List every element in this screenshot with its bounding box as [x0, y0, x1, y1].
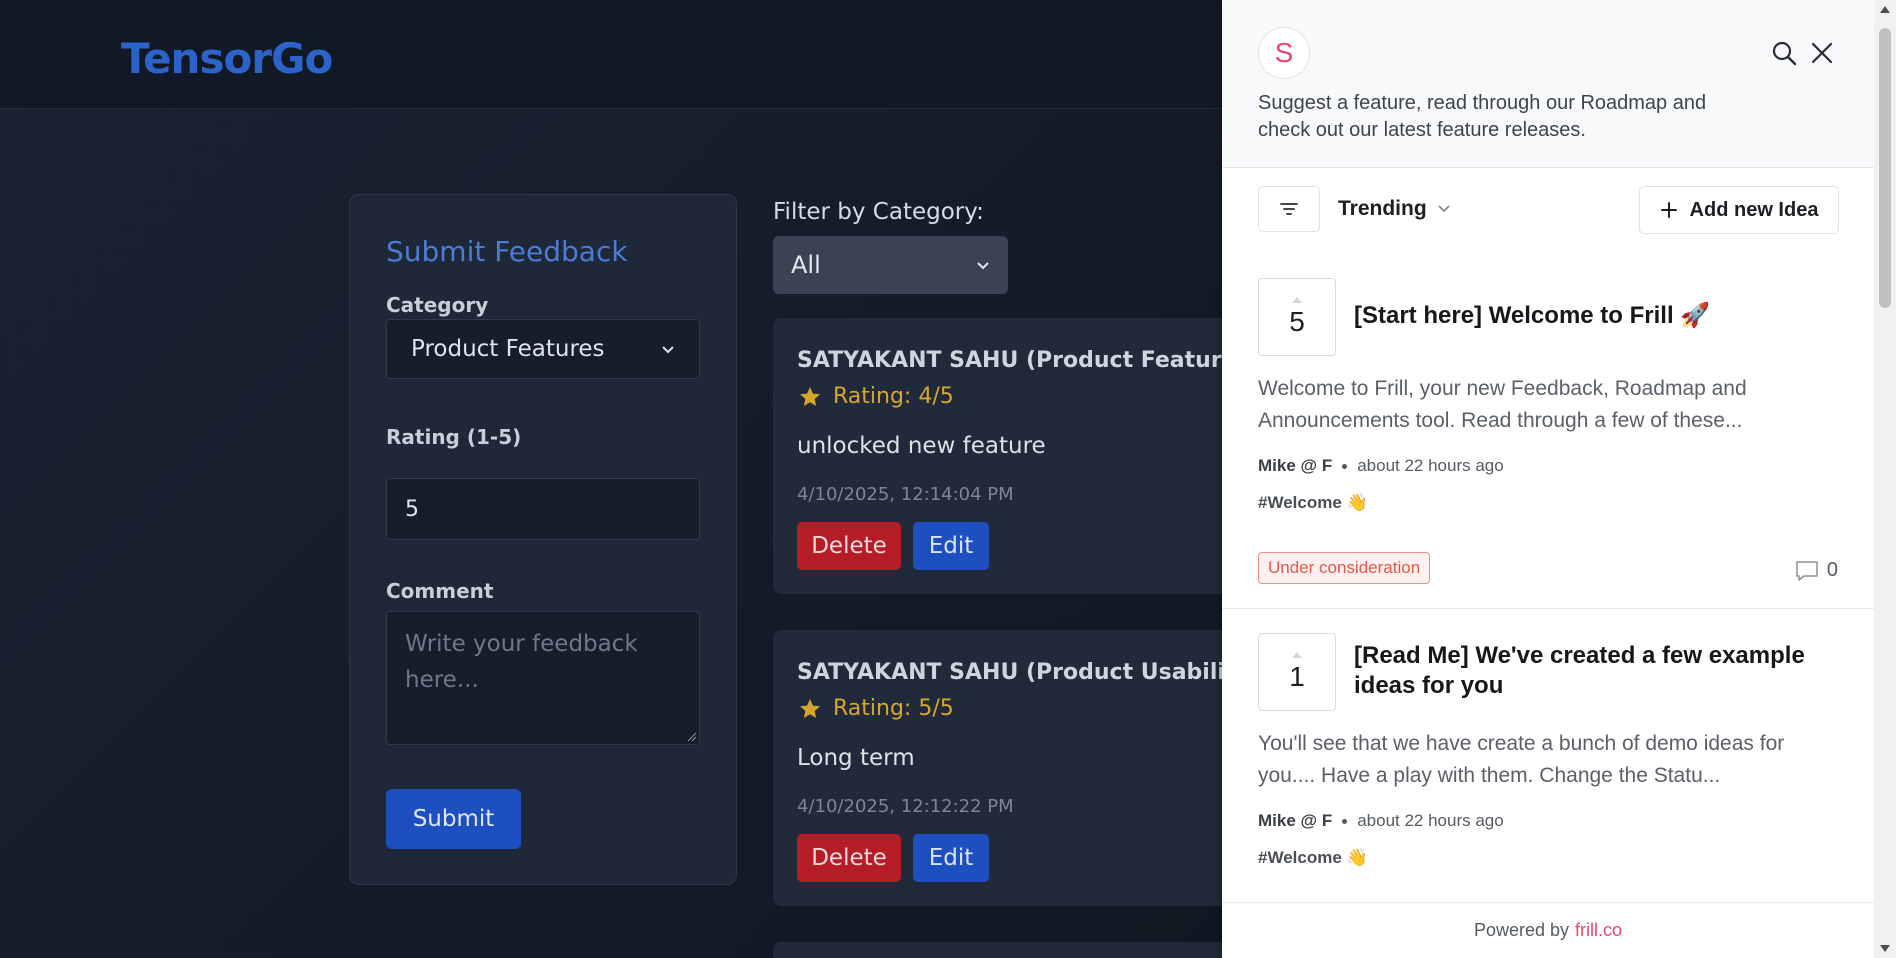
feedback-card-partial [773, 942, 1233, 958]
feedback-rating-text: Rating: 5/5 [833, 696, 954, 721]
feedback-author: SATYAKANT SAHU (Product Usability) [797, 660, 1260, 685]
meta-separator [1342, 818, 1348, 824]
add-new-idea-button[interactable]: Add new Idea [1639, 186, 1839, 234]
feedback-rating: Rating: 5/5 [797, 696, 954, 721]
idea-time: about 22 hours ago [1357, 456, 1504, 475]
delete-button[interactable]: Delete [797, 834, 901, 882]
idea-author: Mike @ F [1258, 456, 1333, 475]
comment-count-value: 0 [1826, 559, 1838, 581]
star-icon [800, 386, 820, 406]
edit-button[interactable]: Edit [913, 522, 989, 570]
rating-input-value: 5 [405, 496, 419, 522]
category-select-value: Product Features [411, 336, 605, 362]
frill-footer: Powered by frill.co [1222, 902, 1874, 958]
delete-button[interactable]: Delete [797, 522, 901, 570]
comment-label: Comment [386, 579, 494, 603]
comment-placeholder: Write your feedback here... [405, 631, 638, 693]
frill-widget-panel: S Suggest a feature, read through our Ro… [1222, 0, 1896, 958]
feedback-rating-text: Rating: 4/5 [833, 384, 954, 409]
scroll-up-arrow-icon[interactable] [1879, 4, 1891, 14]
feedback-card: SATYAKANT SAHU (Product Features) Rating… [773, 318, 1260, 594]
submit-feedback-form: Submit Feedback Category Product Feature… [349, 194, 737, 885]
rating-label: Rating (1-5) [386, 425, 522, 449]
vote-count: 5 [1289, 306, 1305, 337]
plus-icon [1660, 202, 1677, 218]
idea-body: You'll see that we have create a bunch o… [1258, 732, 1785, 787]
comment-textarea[interactable]: Write your feedback here... [386, 611, 700, 745]
divider [1222, 608, 1874, 609]
resize-grip-icon[interactable] [687, 732, 697, 742]
frill-link[interactable]: frill.co [1575, 920, 1622, 941]
sort-dropdown[interactable]: Trending [1338, 197, 1451, 221]
frill-avatar[interactable]: S [1258, 27, 1310, 79]
idea-body: Welcome to Frill, your new Feedback, Roa… [1258, 377, 1747, 432]
category-filter-select[interactable]: All [773, 236, 1008, 294]
sort-dropdown-label: Trending [1338, 197, 1427, 220]
frill-description: Suggest a feature, read through our Road… [1258, 92, 1707, 141]
vote-count: 1 [1289, 661, 1305, 692]
meta-separator [1342, 463, 1348, 469]
filter-label: Filter by Category: [773, 199, 984, 225]
feedback-rating: Rating: 4/5 [797, 384, 954, 409]
form-title: Submit Feedback [386, 235, 628, 268]
upvote-arrow-icon [1292, 652, 1302, 658]
feedback-comment: unlocked new feature [797, 433, 1046, 459]
idea-title[interactable]: [Read Me] We've created a few example id… [1354, 641, 1824, 701]
upvote-arrow-icon [1292, 297, 1302, 303]
filter-icon [1280, 203, 1298, 215]
scrollbar-thumb[interactable] [1879, 28, 1891, 308]
idea-tag[interactable]: #Welcome 👋 [1258, 493, 1368, 513]
chevron-down-icon [662, 346, 674, 354]
idea-title[interactable]: [Start here] Welcome to Frill 🚀 [1354, 301, 1824, 331]
feedback-card: SATYAKANT SAHU (Product Usability) Ratin… [773, 630, 1260, 906]
close-icon[interactable] [1808, 39, 1836, 67]
idea-time: about 22 hours ago [1357, 811, 1504, 830]
feedback-date: 4/10/2025, 12:14:04 PM [797, 484, 1014, 505]
idea-tag[interactable]: #Welcome 👋 [1258, 848, 1368, 868]
upvote-button[interactable]: 5 [1258, 278, 1336, 356]
powered-by-text: Powered by [1473, 920, 1570, 940]
frill-header: S Suggest a feature, read through our Ro… [1222, 0, 1874, 168]
category-select[interactable]: Product Features [386, 319, 700, 379]
edit-button[interactable]: Edit [913, 834, 989, 882]
upvote-button[interactable]: 1 [1258, 633, 1336, 711]
add-new-idea-label: Add new Idea [1689, 198, 1819, 221]
feedback-date: 4/10/2025, 12:12:22 PM [797, 796, 1014, 817]
chevron-down-icon [1438, 205, 1450, 213]
submit-button[interactable]: Submit [386, 789, 521, 849]
idea-meta: Mike @ F about 22 hours ago [1258, 811, 1504, 831]
filter-button[interactable] [1258, 186, 1320, 232]
comment-count[interactable]: 0 [1795, 559, 1838, 582]
star-icon [800, 698, 820, 718]
search-icon[interactable] [1770, 39, 1798, 67]
rating-input[interactable]: 5 [386, 478, 700, 540]
status-badge: Under consideration [1258, 552, 1431, 584]
category-label: Category [386, 293, 489, 317]
scrollbar[interactable] [1874, 0, 1896, 958]
chevron-down-icon [977, 262, 989, 270]
app-logo[interactable]: TensorGo [121, 34, 333, 83]
scroll-down-arrow-icon[interactable] [1879, 944, 1891, 954]
feedback-author: SATYAKANT SAHU (Product Features) [797, 348, 1260, 373]
feedback-comment: Long term [797, 745, 915, 771]
idea-author: Mike @ F [1258, 811, 1333, 830]
filter-select-value: All [791, 251, 821, 279]
idea-meta: Mike @ F about 22 hours ago [1258, 456, 1504, 476]
comment-icon [1796, 560, 1818, 581]
